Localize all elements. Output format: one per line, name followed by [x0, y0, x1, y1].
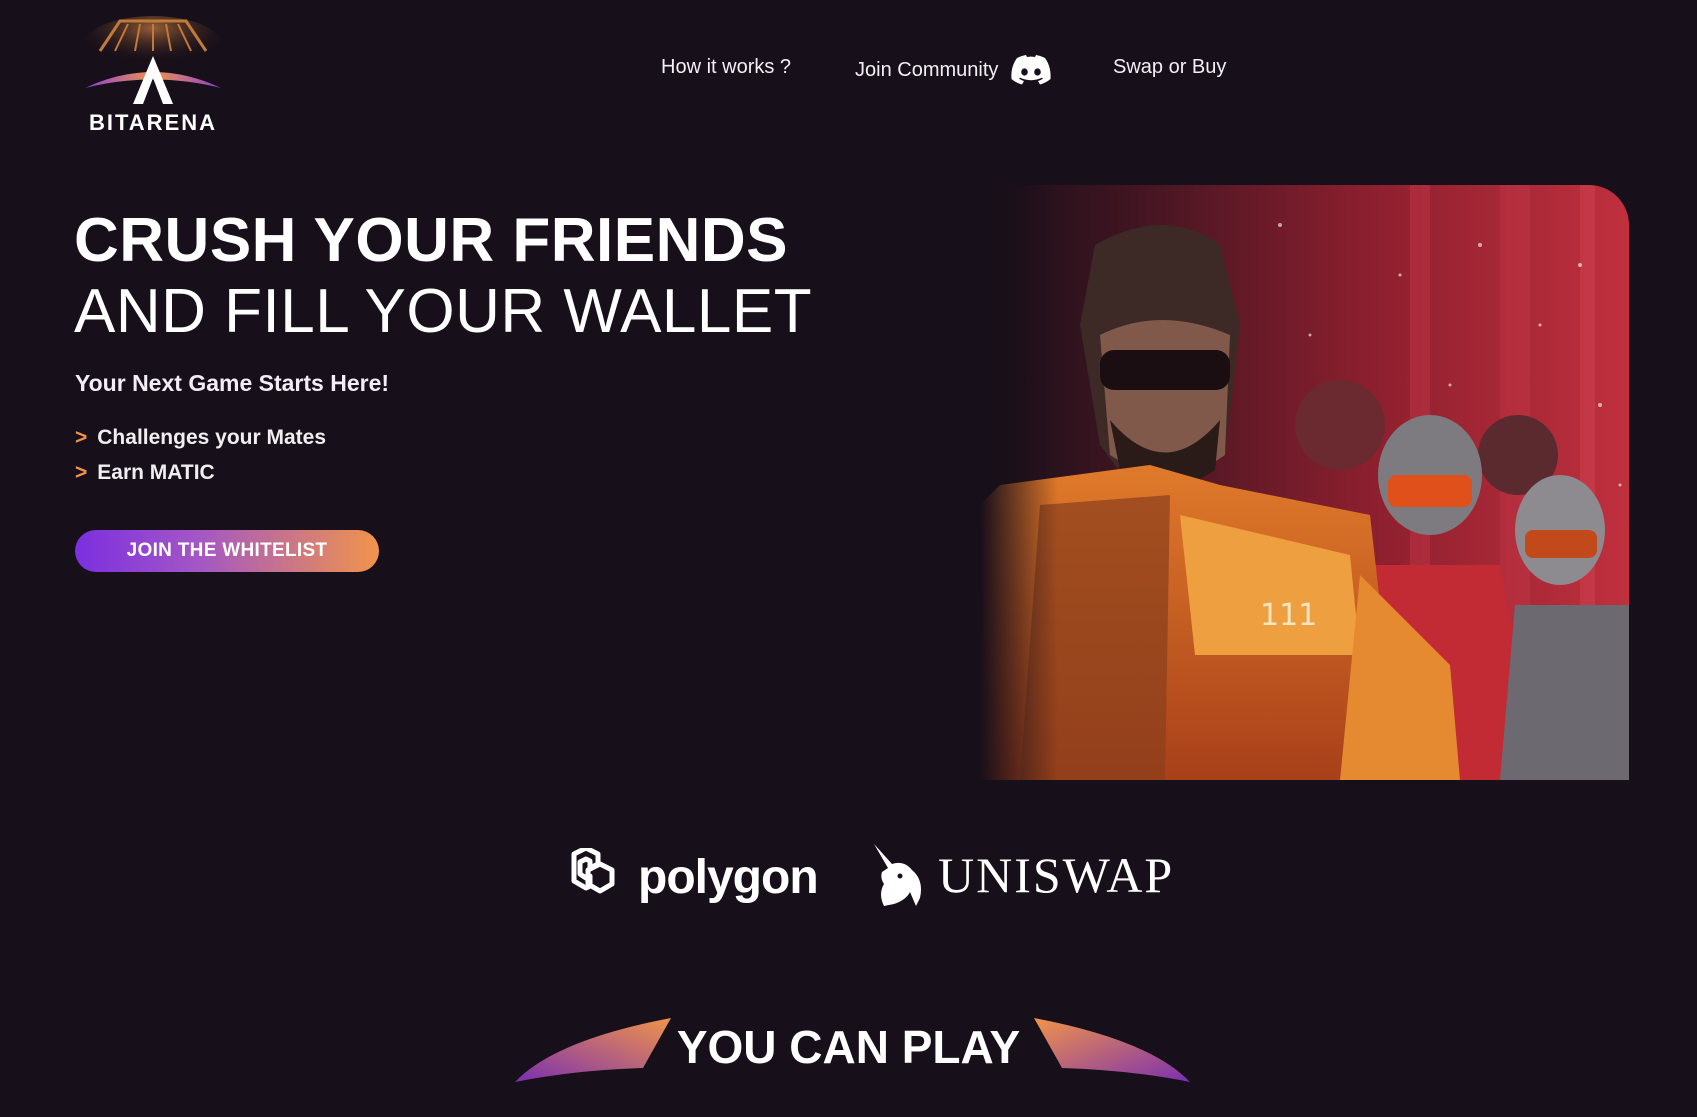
- hero-headline-line1: CRUSH YOUR FRIENDS: [74, 206, 789, 275]
- polygon-icon: [571, 848, 615, 894]
- nav-how-it-works[interactable]: How it works ?: [661, 56, 791, 79]
- hero-subtitle: Your Next Game Starts Here!: [75, 370, 390, 396]
- section-title: YOU CAN PLAY: [676, 1021, 1021, 1073]
- hero-headline-line2: AND FILL YOUR WALLET: [74, 277, 813, 346]
- nav-join-community[interactable]: Join Community: [855, 50, 1052, 90]
- nav-join-label: Join Community: [855, 58, 999, 81]
- bullet-arrow: >: [75, 426, 88, 449]
- uniswap-wordmark: UNISWAP: [938, 847, 1175, 903]
- main-nav: How it works ? Join Community Swap or Bu…: [0, 50, 1697, 90]
- bullet-text: Challenges your Mates: [97, 426, 326, 449]
- logo-wordmark: BITARENA: [88, 110, 218, 135]
- bullet-arrow: >: [75, 461, 88, 484]
- join-whitelist-button[interactable]: JOIN THE WHITELIST: [75, 530, 379, 572]
- unicorn-icon: [874, 844, 921, 906]
- polygon-wordmark: polygon: [638, 850, 819, 904]
- right-wing-decoration: [1034, 1018, 1190, 1082]
- hero-image: 111: [980, 185, 1629, 780]
- soldiers-artwork-image: 111: [980, 185, 1629, 780]
- you-can-play-section: YOU CAN PLAY: [0, 1010, 1697, 1090]
- hero-headline: CRUSH YOUR FRIENDS AND FILL YOUR WALLET: [74, 205, 812, 347]
- polygon-logo[interactable]: polygon: [560, 848, 819, 906]
- list-item: > Earn MATIC: [75, 455, 326, 490]
- discord-icon: [1011, 55, 1051, 85]
- uniswap-logo[interactable]: UNISWAP: [870, 842, 1174, 908]
- bullet-text: Earn MATIC: [97, 461, 215, 484]
- nav-swap-or-buy[interactable]: Swap or Buy: [1113, 56, 1226, 79]
- partner-logos: polygon UNISWAP: [0, 840, 1697, 920]
- hero-bullets: > Challenges your Mates > Earn MATIC: [75, 420, 326, 490]
- list-item: > Challenges your Mates: [75, 420, 326, 455]
